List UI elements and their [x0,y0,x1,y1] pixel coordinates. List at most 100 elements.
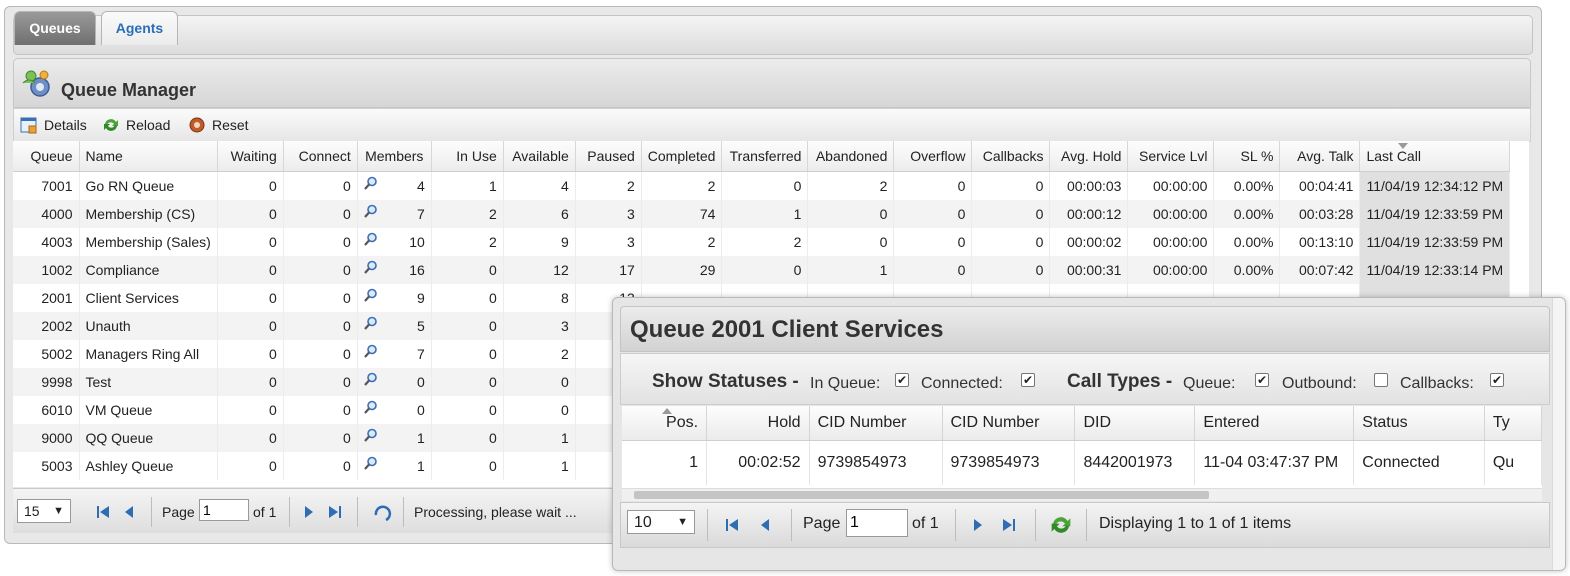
table-cell: 00:00:00 [1127,171,1215,200]
table-cell: 0 [217,200,284,228]
table-cell: 0 [893,200,973,228]
queue-detail-title: Queue 2001 Client Services [620,306,1550,352]
table-cell: 00:00:00 [1127,200,1215,228]
first-page-icon[interactable] [95,504,111,520]
column-header[interactable]: Avg. Talk [1279,141,1361,172]
table-cell: 0 [431,256,504,284]
window-vscrollbar[interactable] [1552,298,1565,570]
pager-separator [403,497,404,527]
table-row[interactable]: 1002 Compliance 0 0 16 0 12 17 29 0 1 0 0 00:00:31 00:… [13,256,1511,284]
next-page-icon[interactable] [970,517,986,533]
tab-agents[interactable]: Agents [101,11,178,45]
table-cell: 9000 [13,424,80,452]
table-cell: 0 [503,368,576,396]
column-header[interactable]: SL % [1213,141,1281,172]
prev-page-icon[interactable] [757,517,773,533]
members-cell: 7 [357,200,432,228]
column-header[interactable]: Paused [575,141,642,172]
table-cell: 1002 [13,256,80,284]
table-cell: 4 [503,171,576,200]
prev-page-icon[interactable] [121,504,137,520]
column-header[interactable]: Waiting [217,141,284,172]
column-header[interactable]: Name [79,141,218,172]
first-page-icon[interactable] [724,517,740,533]
column-header[interactable]: Status [1353,406,1485,441]
column-header[interactable]: Entered [1194,406,1355,441]
magnifier-icon[interactable] [363,372,378,386]
reset-button[interactable]: Reset [188,116,249,134]
table-row[interactable]: 7001 Go RN Queue 0 0 4 1 4 2 2 0 2 0 0 00:00:03 00:00:… [13,171,1511,200]
table-cell: 0.00% [1213,228,1281,256]
queue-type-checkbox[interactable]: ✔ [1255,373,1269,387]
column-header[interactable]: Members [357,141,432,172]
magnifier-icon[interactable] [363,288,378,302]
page-count-label: of 1 [912,515,939,532]
magnifier-icon[interactable] [363,344,378,358]
table-row[interactable]: 1 00:02:52 9739854973 9739854973 8442001973 1… [622,440,1542,485]
in-queue-checkbox[interactable]: ✔ [895,373,909,387]
last-page-icon[interactable] [327,504,343,520]
column-header[interactable]: DID [1074,406,1196,441]
table-cell: 0 [971,200,1051,228]
outbound-checkbox[interactable] [1374,373,1388,387]
connected-checkbox[interactable]: ✔ [1021,373,1035,387]
table-row[interactable]: 4003 Membership (Sales) 0 0 10 2 9 3 2 2 0 0 0 00:00:… [13,228,1511,256]
page-size-select[interactable]: 15 ▼ [17,499,71,523]
table-cell: Connected [1353,440,1485,485]
column-header[interactable]: CID Number [942,406,1076,441]
magnifier-icon[interactable] [363,428,378,442]
members-count: 16 [409,262,425,278]
page-number-input[interactable] [199,499,249,521]
table-cell: 11/04/19 12:33:59 PM [1359,228,1511,256]
scrollbar-thumb[interactable] [634,491,1209,499]
magnifier-icon[interactable] [363,204,378,218]
table-cell: 0.00% [1213,256,1281,284]
last-page-icon[interactable] [1001,517,1017,533]
column-header[interactable]: Callbacks [971,141,1051,172]
magnifier-icon[interactable] [363,260,378,274]
column-header[interactable]: CID Number [809,406,943,441]
magnifier-icon[interactable] [363,232,378,246]
callbacks-checkbox[interactable]: ✔ [1490,373,1504,387]
details-label: Details [44,117,87,133]
pager-separator [289,497,290,527]
table-cell: 0 [283,284,358,312]
column-header[interactable]: Hold [706,406,810,441]
queue-toolbar: Details Reload Reset [13,108,1531,142]
column-header[interactable]: Available [503,141,576,172]
table-row[interactable]: 4000 Membership (CS) 0 0 7 2 6 3 74 1 0 0 0 00:00:12 0… [13,200,1511,228]
column-header[interactable]: Ty [1484,406,1542,441]
members-cell: 7 [357,340,432,368]
column-header[interactable]: Transferred [721,141,809,172]
magnifier-icon[interactable] [363,176,378,190]
table-cell: 1 [721,200,809,228]
table-cell: 00:00:12 [1049,200,1129,228]
reload-button[interactable]: Reload [102,116,170,134]
table-cell: 00:02:52 [706,440,810,485]
table-cell: 0 [431,424,504,452]
column-header[interactable]: In Use [431,141,504,172]
column-header[interactable]: Last Call [1359,141,1511,172]
table-cell: 0.00% [1213,200,1281,228]
column-header[interactable]: Avg. Hold [1049,141,1129,172]
column-header[interactable]: Connect [283,141,358,172]
column-header[interactable]: Service Lvl [1127,141,1215,172]
column-header[interactable]: Completed [641,141,723,172]
magnifier-icon[interactable] [363,316,378,330]
page-number-input[interactable] [846,509,908,537]
magnifier-icon[interactable] [363,400,378,414]
table-cell: 11-04 03:47:37 PM [1194,440,1355,485]
refresh-icon[interactable] [1049,513,1073,537]
page-size-select[interactable]: 10 ▼ [627,510,695,534]
magnifier-icon[interactable] [363,456,378,470]
column-header[interactable]: Overflow [893,141,973,172]
next-page-icon[interactable] [301,504,317,520]
table-cell: 1 [431,171,504,200]
callers-table: Pos. Hold CID Number CID Number DID Entered St… [622,406,1542,485]
details-button[interactable]: Details [20,116,87,134]
connected-label: Connected: [921,375,1003,392]
tab-queues[interactable]: Queues [14,11,96,45]
column-header[interactable]: Abandoned [807,141,895,172]
callers-hscrollbar[interactable] [622,488,1542,501]
column-header[interactable]: Queue [13,141,80,172]
